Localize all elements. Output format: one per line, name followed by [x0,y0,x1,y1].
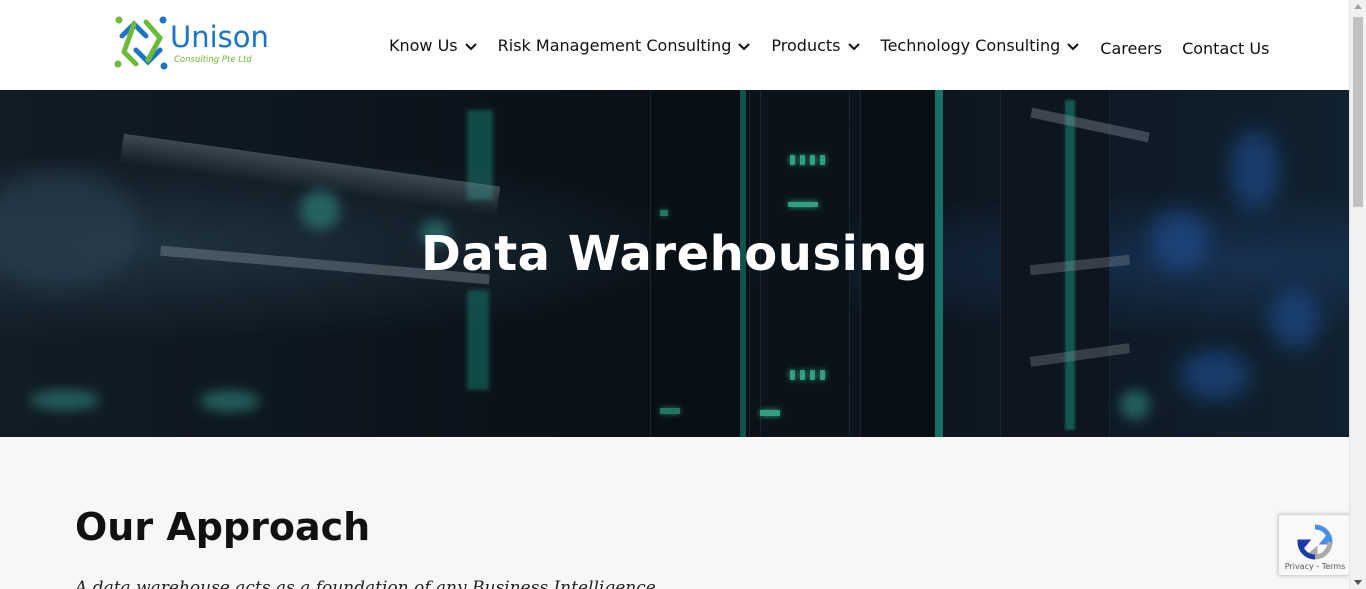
nav-item-contact-us[interactable]: Contact Us [1182,39,1269,58]
nav-label: Technology Consulting [880,35,1061,55]
nav-label: Careers [1100,38,1163,58]
nav-label: Products [771,35,841,55]
nav-item-products[interactable]: Products [771,36,860,55]
vertical-scrollbar[interactable] [1349,0,1366,589]
logo-tagline: Consulting Pte Ltd [174,55,252,65]
recaptcha-logo-icon [1297,524,1333,560]
nav-item-risk-management-consulting[interactable]: Risk Management Consulting [498,36,752,55]
scroll-down-arrow-icon[interactable] [1354,580,1362,585]
chevron-down-icon [738,42,751,50]
scrollbar-thumb[interactable] [1353,17,1363,207]
site-header: Unison Consulting Pte Ltd Know Us Risk M… [0,0,1349,90]
unison-logo[interactable]: Unison Consulting Pte Ltd [112,14,272,72]
chevron-down-icon [1067,42,1079,50]
page-title: Data Warehousing [420,226,928,282]
nav-label: Risk Management Consulting [497,35,732,55]
nav-item-careers[interactable]: Careers [1100,39,1162,58]
approach-intro-text: A data warehouse acts as a foundation of… [75,578,656,589]
nav-item-know-us[interactable]: Know Us [389,36,478,55]
approach-section: Our Approach A data warehouse acts as a … [0,437,1349,589]
recaptcha-badge[interactable]: Privacy - Terms [1278,514,1349,576]
chevron-down-icon [464,42,477,50]
nav-label: Know Us [389,35,458,55]
chevron-down-icon [847,42,860,50]
logo-wordmark: Unison [170,20,269,54]
unison-logo-mark-icon [114,16,168,70]
nav-item-technology-consulting[interactable]: Technology Consulting [881,36,1081,55]
recaptcha-privacy-terms-link[interactable]: Privacy - Terms [1279,562,1349,571]
section-title: Our Approach [75,505,371,549]
scroll-up-arrow-icon[interactable] [1354,4,1362,9]
main-navigation: Know Us Risk Management Consulting Produ… [389,0,1289,90]
page: Unison Consulting Pte Ltd Know Us Risk M… [0,0,1349,589]
hero-banner: Data Warehousing [0,90,1349,437]
nav-label: Contact Us [1182,38,1270,58]
